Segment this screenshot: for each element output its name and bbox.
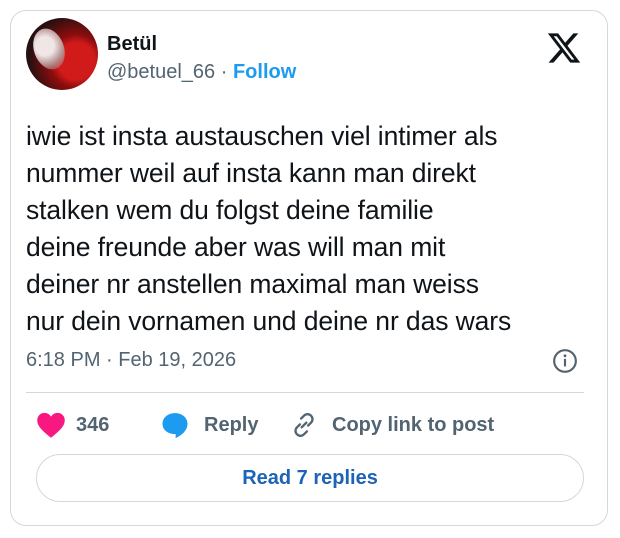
handle-separator: · <box>215 61 233 83</box>
copy-link-label: Copy link to post <box>332 413 495 436</box>
speech-bubble-icon <box>162 413 188 439</box>
tweet-timestamp[interactable]: 6:18 PM · Feb 19, 2026 <box>26 348 236 372</box>
divider <box>26 392 584 393</box>
info-icon[interactable] <box>552 348 578 374</box>
tweet-date: Feb 19, 2026 <box>118 349 237 371</box>
author-handle[interactable]: @betuel_66 <box>107 61 215 83</box>
reply-label: Reply <box>204 413 259 436</box>
heart-icon <box>37 412 65 438</box>
like-button[interactable]: 346 <box>36 410 109 440</box>
author-name[interactable]: Betül <box>107 32 157 56</box>
reply-button[interactable]: Reply <box>160 410 258 440</box>
tweet-text: iwie ist insta austauschen viel intimer … <box>26 121 512 336</box>
like-count: 346 <box>76 413 110 436</box>
link-icon <box>294 413 314 437</box>
x-logo-icon[interactable] <box>546 30 582 66</box>
follow-button[interactable]: Follow <box>233 61 296 83</box>
avatar[interactable] <box>26 18 98 90</box>
read-replies-button[interactable]: Read 7 replies <box>36 454 584 502</box>
meta-separator: · <box>100 349 119 371</box>
tweet-time: 6:18 PM <box>26 349 101 371</box>
copy-link-button[interactable]: Copy link to post <box>290 410 494 440</box>
author-meta-row: @betuel_66 · Follow <box>107 60 296 84</box>
